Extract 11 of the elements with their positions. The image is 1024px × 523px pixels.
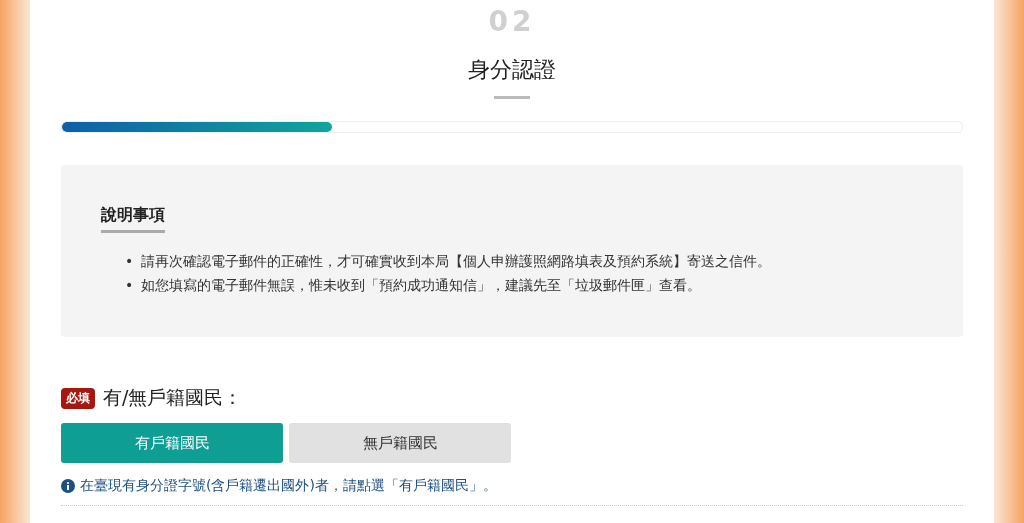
option-button[interactable]: 無戶籍國民 xyxy=(289,423,511,463)
field-label: 有/無戶籍國民： xyxy=(103,385,243,410)
notice-item: 如您填寫的電子郵件無誤，惟未收到「預約成功通知信」，建議先至「垃圾郵件匣」查看。 xyxy=(141,276,702,295)
hint-text: 在臺現有身分證字號(含戶籍遷出國外)者，請點選「有戶籍國民」。 xyxy=(80,477,497,495)
step-title: 身分認證 xyxy=(468,56,556,84)
notice-item: 請再次確認電子郵件的正確性，才可確實收到本局【個人申辦護照網路填表及預約系統】寄送之信件。 xyxy=(141,252,772,271)
notice-heading: 說明事項 xyxy=(101,205,165,233)
bullet-mark: • xyxy=(125,252,134,271)
info-icon xyxy=(61,479,75,493)
required-badge: 必填 xyxy=(61,387,95,409)
bullet-mark: • xyxy=(125,276,134,295)
